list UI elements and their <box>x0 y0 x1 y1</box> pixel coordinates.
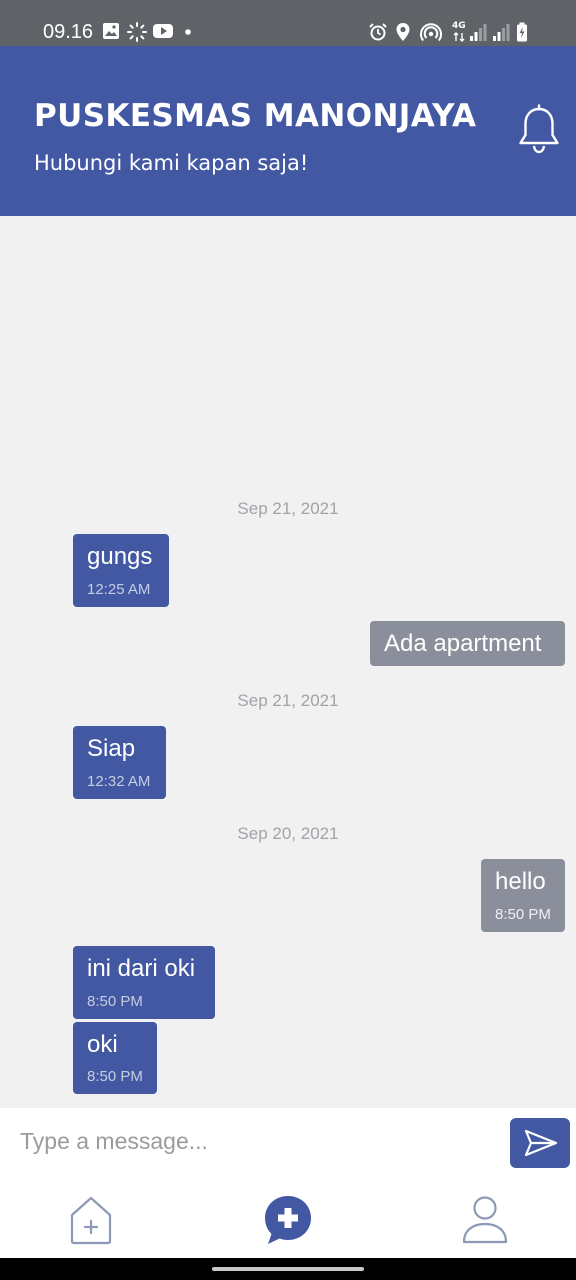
notification-button[interactable] <box>516 104 562 156</box>
date-separator: Sep 21, 2021 <box>237 691 339 710</box>
chat-message-outgoing[interactable]: hello 8:50 PM <box>481 859 565 932</box>
nav-item-chat[interactable] <box>260 1194 316 1246</box>
signal-icon <box>493 24 510 41</box>
chat-message-incoming[interactable]: Siap 12:32 AM <box>73 726 166 799</box>
message-text: ini dari oki <box>87 955 196 982</box>
bell-icon <box>519 104 559 154</box>
send-button[interactable] <box>510 1118 570 1168</box>
alarm-icon <box>369 23 387 41</box>
message-time: 12:32 AM <box>87 773 151 790</box>
gallery-icon <box>103 23 119 39</box>
page-subtitle: Hubungi kami kapan saja! <box>34 151 309 175</box>
signal-icon <box>470 24 487 41</box>
message-composer <box>0 1108 576 1184</box>
chat-message-incoming[interactable]: oki 8:50 PM <box>73 1022 157 1094</box>
chat-medical-icon <box>265 1196 311 1244</box>
message-time: 12:25 AM <box>87 581 151 598</box>
send-icon <box>524 1129 558 1157</box>
system-navigation-bar <box>0 1258 576 1280</box>
message-text: hello <box>495 868 546 895</box>
youtube-icon <box>153 24 173 38</box>
hotspot-icon <box>420 23 442 42</box>
chat-message-incoming[interactable]: gungs 12:25 AM <box>73 534 169 607</box>
network-4g-icon: 4G <box>452 21 466 31</box>
bottom-navigation <box>0 1184 576 1258</box>
message-time: 8:50 PM <box>87 1068 143 1085</box>
status-bar: 09.16 4G <box>0 0 576 46</box>
chat-message-incoming[interactable]: ini dari oki 8:50 PM <box>73 946 215 1019</box>
message-text: gungs <box>87 543 153 570</box>
chat-message-outgoing[interactable]: Ada apartment <box>370 621 565 666</box>
message-text: oki <box>87 1031 118 1058</box>
page-title: PUSKESMAS MANONJAYA <box>34 98 477 134</box>
app-header: PUSKESMAS MANONJAYA Hubungi kami kapan s… <box>0 46 576 216</box>
message-text: Siap <box>87 735 136 762</box>
date-separator: Sep 21, 2021 <box>237 499 339 518</box>
status-time: 09.16 <box>43 21 94 43</box>
profile-icon <box>462 1196 508 1244</box>
loading-icon <box>127 22 147 42</box>
message-text: Ada apartment <box>384 630 542 657</box>
status-right-icons: 4G <box>368 21 536 42</box>
dot-icon <box>185 29 191 35</box>
message-time: 8:50 PM <box>87 993 143 1010</box>
date-separator: Sep 20, 2021 <box>237 824 339 843</box>
home-add-icon <box>70 1196 112 1245</box>
nav-item-home[interactable] <box>63 1194 119 1246</box>
location-icon <box>396 23 410 41</box>
nav-item-profile[interactable] <box>457 1194 513 1246</box>
battery-charging-icon <box>517 22 527 42</box>
home-indicator[interactable] <box>212 1267 364 1271</box>
message-input[interactable] <box>20 1120 490 1162</box>
message-time: 8:50 PM <box>495 906 551 923</box>
data-arrows-icon <box>453 32 465 42</box>
